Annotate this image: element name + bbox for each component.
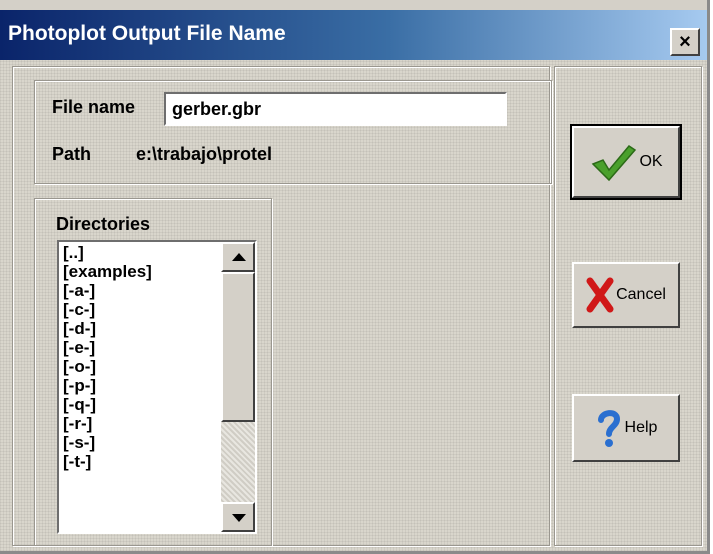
list-item[interactable]: [-d-] <box>63 319 223 338</box>
list-item[interactable]: [examples] <box>63 262 223 281</box>
list-item[interactable]: [-r-] <box>63 414 223 433</box>
list-item[interactable]: [-t-] <box>63 452 223 471</box>
file-name-label: File name <box>52 97 136 117</box>
close-button[interactable]: × <box>670 28 700 56</box>
path-label: Path <box>52 144 92 164</box>
question-mark-icon <box>597 410 620 447</box>
list-item[interactable]: [-c-] <box>63 300 223 319</box>
path-value: e:\trabajo\protel <box>136 144 273 164</box>
ok-button[interactable]: OK <box>570 124 682 200</box>
directories-label: Directories <box>56 214 151 234</box>
arrow-up-icon <box>232 253 246 261</box>
ok-label: OK <box>639 153 663 170</box>
scroll-up-button[interactable] <box>221 242 255 272</box>
cancel-button[interactable]: Cancel <box>572 262 680 328</box>
close-icon: × <box>679 31 691 53</box>
list-item[interactable]: [-e-] <box>63 338 223 357</box>
directories-items: [..] [examples] [-a-] [-c-] [-d-] [-e-] … <box>63 243 223 471</box>
list-item[interactable]: [-o-] <box>63 357 223 376</box>
scrollbar-thumb[interactable] <box>221 272 255 422</box>
help-label: Help <box>624 419 658 436</box>
directories-listbox[interactable]: [..] [examples] [-a-] [-c-] [-d-] [-e-] … <box>57 240 257 534</box>
checkmark-icon <box>592 145 637 182</box>
help-button[interactable]: Help <box>572 394 680 462</box>
arrow-down-icon <box>232 514 246 522</box>
file-name-input[interactable] <box>164 92 507 126</box>
list-item[interactable]: [..] <box>63 243 223 262</box>
title-bar[interactable]: Photoplot Output File Name × <box>0 10 707 60</box>
red-x-icon <box>586 277 614 313</box>
list-item[interactable]: [-q-] <box>63 395 223 414</box>
vertical-scrollbar[interactable] <box>221 242 255 532</box>
list-item[interactable]: [-a-] <box>63 281 223 300</box>
window-title: Photoplot Output File Name <box>8 22 286 45</box>
cancel-label: Cancel <box>616 286 666 303</box>
scroll-down-button[interactable] <box>221 502 255 532</box>
list-item[interactable]: [-s-] <box>63 433 223 452</box>
list-item[interactable]: [-p-] <box>63 376 223 395</box>
